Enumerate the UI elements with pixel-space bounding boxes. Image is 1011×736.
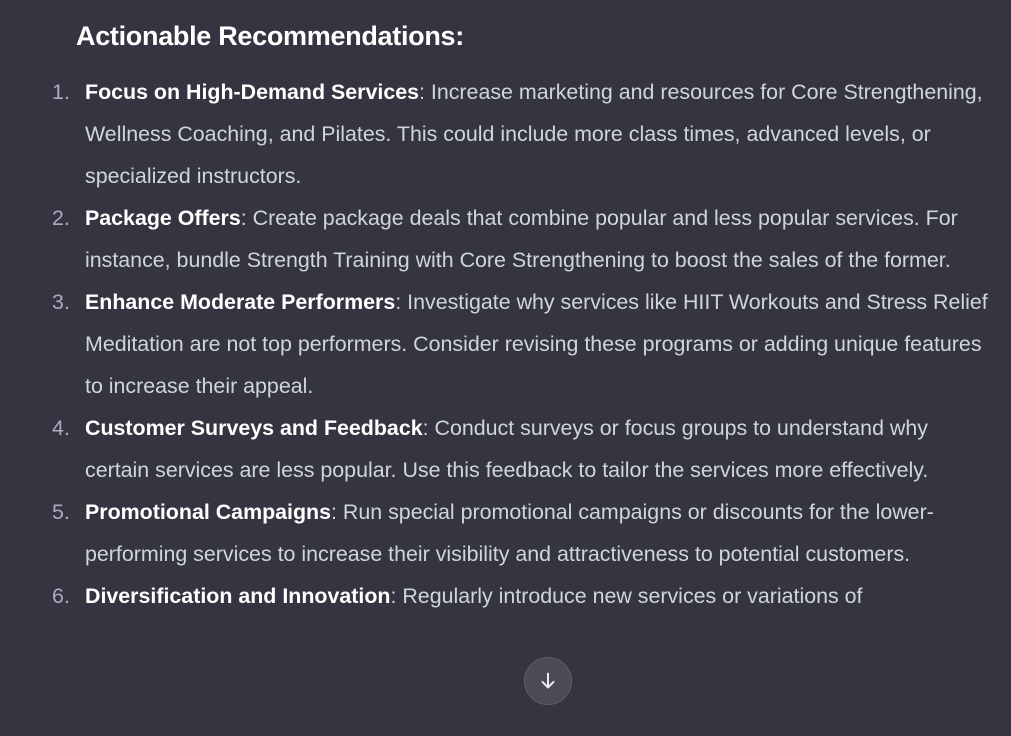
list-item-title: Customer Surveys and Feedback <box>85 416 423 440</box>
list-item: 4. Customer Surveys and Feedback: Conduct… <box>0 407 1011 491</box>
list-item: 3. Enhance Moderate Performers: Investiga… <box>0 281 1011 407</box>
list-item-text: : Regularly introduce new services or va… <box>390 584 863 608</box>
list-item-number: 3. <box>52 290 70 314</box>
list-item-number: 4. <box>52 416 70 440</box>
list-item-title: Focus on High-Demand Services <box>85 80 420 104</box>
list-item-title: Diversification and Innovation <box>85 584 391 608</box>
list-item-title: Enhance Moderate Performers <box>85 290 396 314</box>
list-item: 5. Promotional Campaigns: Run special pro… <box>0 491 1011 575</box>
list-item-number: 5. <box>52 500 70 524</box>
list-item: 1. Focus on High-Demand Services: Increas… <box>0 71 1011 197</box>
scroll-to-bottom-button[interactable] <box>524 657 572 705</box>
list-item-number: 1. <box>52 80 70 104</box>
section-heading: Actionable Recommendations: <box>76 21 464 51</box>
arrow-down-icon <box>541 672 555 689</box>
list-item-number: 6. <box>52 584 70 608</box>
recommendations-list: 1. Focus on High-Demand Services: Increas… <box>0 71 1011 617</box>
list-item-title: Package Offers <box>85 206 241 230</box>
chat-message-page: Actionable Recommendations: 1. Focus on H… <box>0 0 1011 736</box>
list-item: 2. Package Offers: Create package deals t… <box>0 197 1011 281</box>
list-item-number: 2. <box>52 206 70 230</box>
list-item-title: Promotional Campaigns <box>85 500 332 524</box>
list-item: 6. Diversification and Innovation: Regula… <box>0 575 1011 617</box>
